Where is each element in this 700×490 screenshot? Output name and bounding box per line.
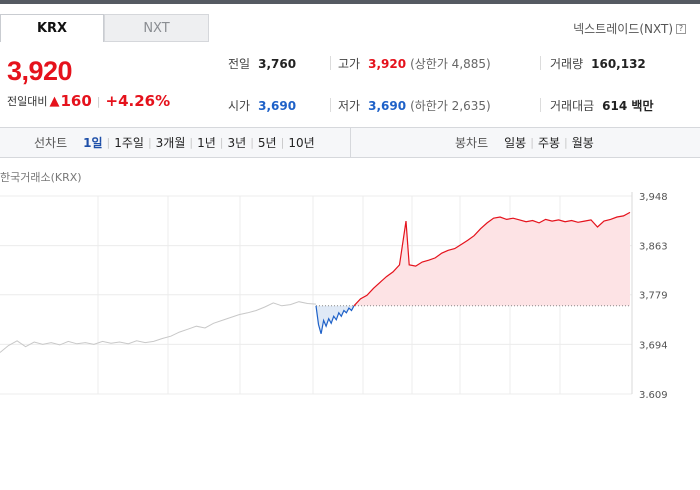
stat-value: 3,920: [368, 56, 407, 71]
stat-low: 저가 3,690 (하한가 2,635): [338, 97, 491, 114]
change-label: 전일대비: [7, 95, 48, 108]
stat-divider: [540, 98, 541, 112]
market-tabs: KRX NXT: [0, 14, 209, 42]
stat-divider: [540, 56, 541, 70]
exchange-label: 한국거래소(KRX): [0, 171, 82, 184]
y-tick-label: 3,694: [639, 340, 668, 351]
stat-sub: (하한가 2,635): [410, 99, 491, 113]
stat-label: 거래대금: [550, 99, 595, 113]
tab-nxt[interactable]: NXT: [104, 14, 209, 42]
line-period-button[interactable]: 5년: [254, 134, 281, 151]
help-icon[interactable]: ?: [676, 23, 686, 34]
stat-value: 3,760: [258, 56, 297, 71]
stat-value: 160,132: [591, 56, 646, 71]
top-accent-bar: [0, 0, 700, 4]
current-price: 3,920: [7, 56, 73, 86]
candle-chart-periods: 봉차트 일봉 | 주봉 | 월봉: [455, 128, 598, 157]
stat-label: 저가: [338, 99, 361, 113]
up-arrow-icon: ▲: [49, 93, 60, 109]
change-percent: +4.26%: [105, 92, 171, 110]
y-tick-label: 3,948: [639, 192, 668, 203]
change-value: 160: [60, 92, 92, 110]
y-tick-label: 3,609: [639, 390, 668, 398]
stat-label: 시가: [228, 99, 251, 113]
line-period-button[interactable]: 10년: [284, 134, 318, 151]
nxt-link-label[interactable]: 넥스트레이드(NXT): [573, 20, 673, 37]
candle-period-button[interactable]: 주봉: [534, 134, 564, 151]
candle-period-button[interactable]: 월봉: [568, 134, 598, 151]
stat-label: 전일: [228, 57, 251, 71]
stat-volume: 거래량 160,132: [550, 55, 646, 72]
series-line-previous-day: [0, 301, 317, 353]
stat-label: 고가: [338, 57, 361, 71]
stat-divider: [330, 98, 331, 112]
stat-high: 고가 3,920 (상한가 4,885): [338, 55, 491, 72]
line-period-button[interactable]: 1주일: [110, 134, 148, 151]
y-tick-label: 3,863: [639, 242, 668, 253]
nxt-link[interactable]: 넥스트레이드(NXT) ?: [573, 20, 686, 37]
intraday-price-chart: 3,948 3,863 3,779 3,694 3,609: [0, 192, 668, 398]
stat-divider: [330, 56, 331, 70]
stat-label: 거래량: [550, 57, 584, 71]
line-period-button[interactable]: 3개월: [152, 134, 190, 151]
line-period-button[interactable]: 1일: [79, 134, 106, 151]
y-tick-label: 3,779: [639, 291, 668, 302]
candle-chart-title: 봉차트: [455, 136, 489, 150]
line-period-button[interactable]: 1년: [193, 134, 220, 151]
line-period-button[interactable]: 3년: [224, 134, 251, 151]
line-chart-periods: 선차트 1일 | 1주일 | 3개월 | 1년 | 3년 | 5년 | 10년: [34, 128, 319, 157]
stat-amount: 거래대금 614 백만: [550, 97, 653, 114]
stat-sub: (상한가 4,885): [410, 57, 491, 71]
chart-control-bar: 선차트 1일 | 1주일 | 3개월 | 1년 | 3년 | 5년 | 10년 봉차트 일봉 | 주봉 | 월봉: [0, 127, 700, 158]
control-divider: [350, 128, 351, 157]
stat-value: 3,690: [368, 98, 407, 113]
stat-prev-close: 전일 3,760: [228, 55, 296, 72]
stat-open: 시가 3,690: [228, 97, 296, 114]
stat-value: 614 백만: [602, 99, 654, 113]
tab-krx[interactable]: KRX: [0, 14, 104, 42]
change-separator: |: [96, 94, 101, 108]
candle-period-button[interactable]: 일봉: [500, 134, 530, 151]
price-change: 전일대비 ▲ 160 | +4.26%: [7, 92, 170, 110]
stat-value: 3,690: [258, 98, 297, 113]
line-chart-title: 선차트: [34, 136, 68, 150]
up-fill-area: [354, 212, 630, 306]
